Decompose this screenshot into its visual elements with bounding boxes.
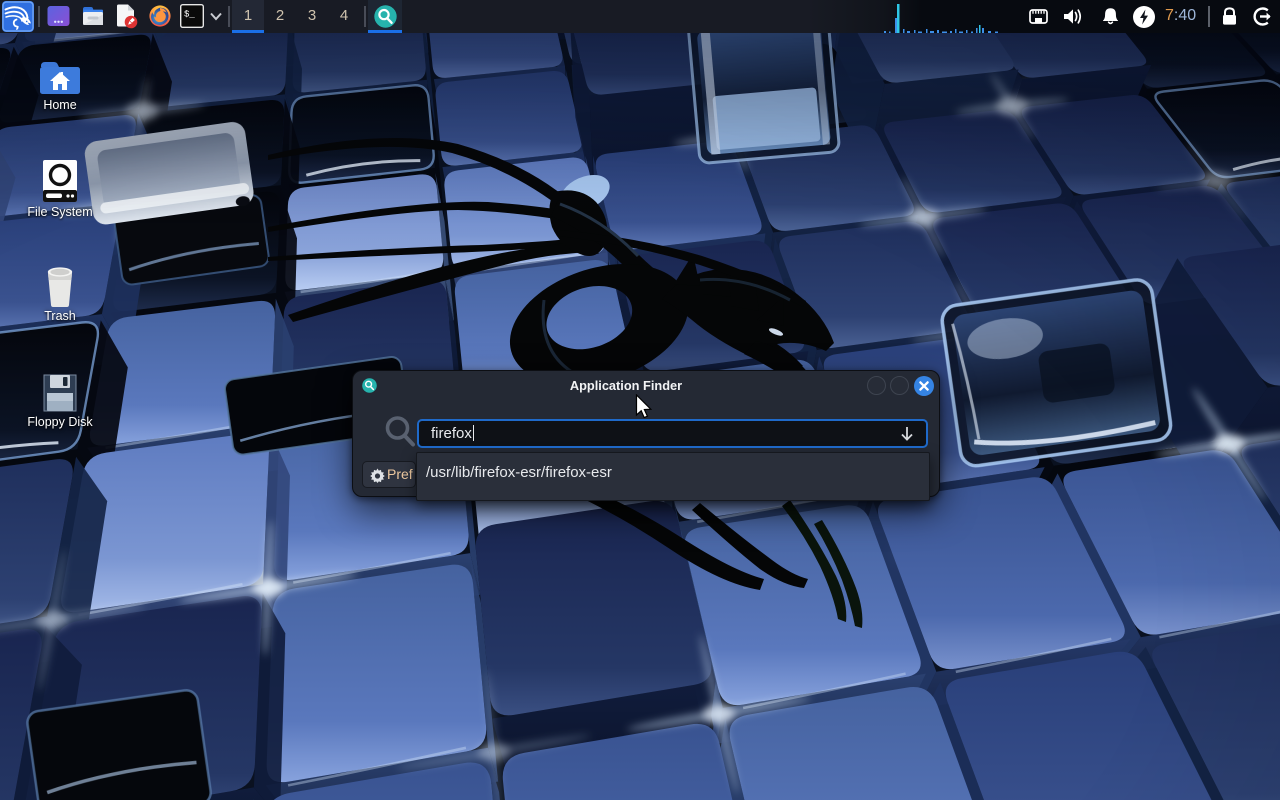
svg-text:$_: $_ xyxy=(184,10,195,20)
